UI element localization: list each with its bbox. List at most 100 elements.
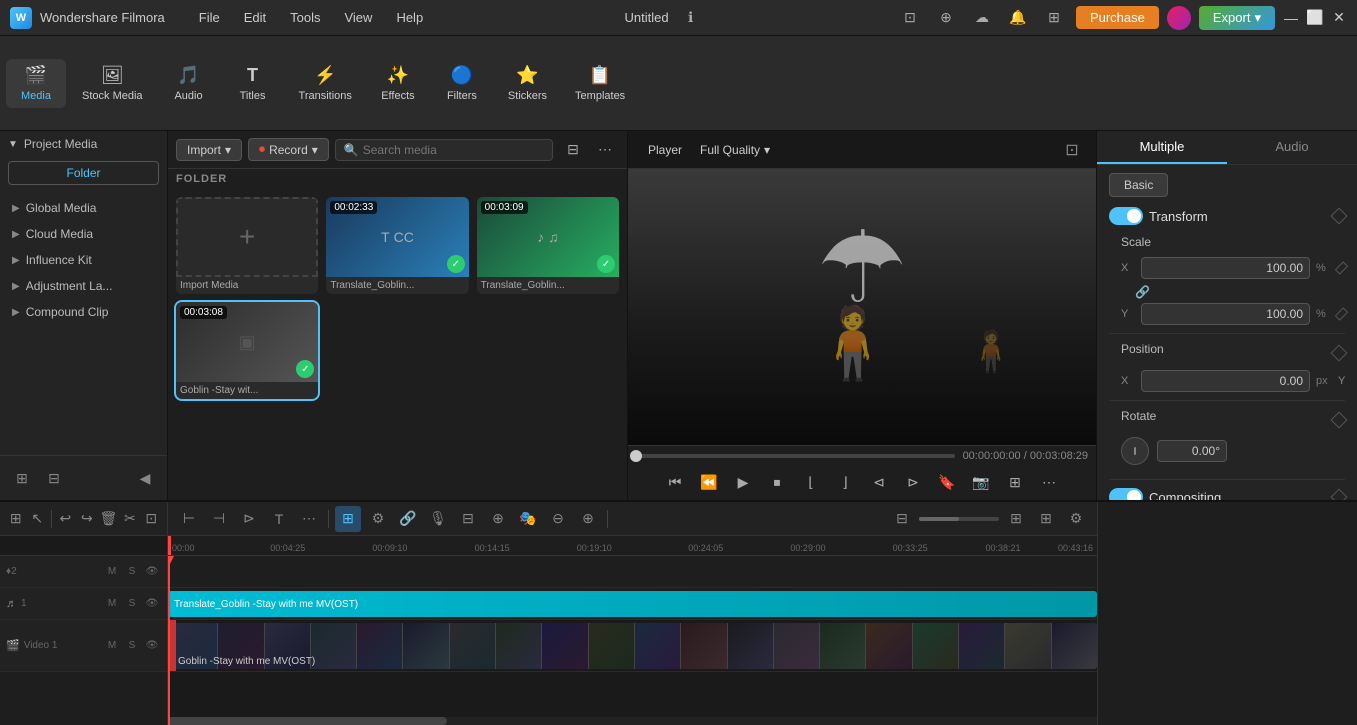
play-button[interactable]: ▶ [729, 468, 757, 496]
add-folder-button[interactable]: ⊞ [8, 464, 36, 492]
rotate-keyframe[interactable] [1331, 412, 1348, 429]
menu-help[interactable]: Help [386, 6, 433, 29]
window-minimize[interactable]: — [1283, 10, 1299, 26]
menu-tools[interactable]: Tools [280, 6, 330, 29]
redo-button[interactable]: ↪ [77, 506, 96, 532]
remove-folder-button[interactable]: ⊟ [40, 464, 68, 492]
tool-templates[interactable]: 📋 Templates [563, 59, 637, 108]
progress-thumb[interactable] [630, 450, 642, 462]
frame-back-button[interactable]: ⏪ [695, 468, 723, 496]
position-keyframe[interactable] [1331, 345, 1348, 362]
mute-v1[interactable]: M [103, 637, 121, 655]
tool-titles[interactable]: T Titles [223, 59, 283, 108]
crop-button[interactable]: ⊡ [142, 506, 161, 532]
scene-button[interactable]: 🎭 [515, 506, 541, 532]
menu-view[interactable]: View [334, 6, 382, 29]
scale-x-keyframe[interactable] [1335, 261, 1348, 274]
tool-stickers[interactable]: ⭐ Stickers [496, 59, 559, 108]
import-media-item[interactable]: + Import Media [176, 197, 318, 294]
prev-marker-button[interactable]: ⊲ [865, 468, 893, 496]
tool-transitions[interactable]: ⚡ Transitions [287, 59, 364, 108]
compositing-toggle[interactable] [1109, 488, 1143, 500]
timeline-scrollbar[interactable] [168, 717, 1097, 725]
purchase-button[interactable]: Purchase [1076, 6, 1159, 29]
next-marker-button[interactable]: ⊳ [899, 468, 927, 496]
record-icon[interactable]: ⊕ [932, 4, 960, 32]
apps-icon[interactable]: ⊞ [1040, 4, 1068, 32]
scale-y-input[interactable]: 100.00 [1141, 303, 1310, 325]
zoom-in-button[interactable]: ⊞ [1003, 506, 1029, 532]
media-item-3[interactable]: 00:03:08 ▣ ✓ Goblin -Stay wit... [176, 302, 318, 399]
menu-file[interactable]: File [189, 6, 230, 29]
settings-button[interactable]: ⚙ [1063, 506, 1089, 532]
search-input[interactable] [363, 143, 544, 157]
tool-filters[interactable]: 🔵 Filters [432, 59, 492, 108]
split-button[interactable]: ⊢ [176, 506, 202, 532]
sidebar-item-influence[interactable]: ▶ Influence Kit [4, 247, 163, 273]
quality-selector[interactable]: Full Quality ▾ [700, 143, 770, 157]
mute-a1[interactable]: M [103, 595, 121, 613]
tool-effects[interactable]: ✨ Effects [368, 59, 428, 108]
compositing-keyframe[interactable] [1331, 489, 1348, 500]
tab-multiple[interactable]: Multiple [1097, 131, 1227, 164]
pip-button[interactable]: ⊞ [1001, 468, 1029, 496]
track-view-icon[interactable]: ⊞ [6, 506, 25, 532]
project-media-header[interactable]: ▼ Project Media [0, 131, 167, 157]
progress-bar[interactable] [636, 454, 955, 458]
add-marker-button[interactable]: 🔖 [933, 468, 961, 496]
audio-clip[interactable]: Translate_Goblin -Stay with me MV(OST) [168, 591, 1097, 617]
link-button[interactable]: 🔗 [395, 506, 421, 532]
transform-toggle[interactable] [1109, 207, 1143, 225]
mute-a2[interactable]: M [103, 563, 121, 581]
sidebar-item-cloud[interactable]: ▶ Cloud Media [4, 221, 163, 247]
window-close[interactable]: ✕ [1331, 10, 1347, 26]
bell-icon[interactable]: 🔔 [1004, 4, 1032, 32]
import-button[interactable]: Import ▾ [176, 139, 242, 161]
snapshot-button[interactable]: 📷 [967, 468, 995, 496]
visible-a1[interactable]: 👁 [143, 595, 161, 613]
solo-a1[interactable]: S [123, 595, 141, 613]
delete-button[interactable]: 🗑 [99, 506, 118, 532]
scrollbar-thumb[interactable] [168, 717, 447, 725]
tool-media[interactable]: 🎬 Media [6, 59, 66, 108]
media-item-2[interactable]: 00:03:09 ♪ ♫ ✓ Translate_Goblin... [477, 197, 619, 294]
visible-v1[interactable]: 👁 [143, 637, 161, 655]
rotate-dial[interactable] [1121, 437, 1149, 465]
fullscreen-icon[interactable]: ⊡ [1058, 136, 1086, 164]
speed-button[interactable]: ⊳ [236, 506, 262, 532]
collapse-button[interactable]: ◀ [131, 464, 159, 492]
zoom-slider[interactable] [919, 517, 999, 521]
player-button[interactable]: Player [638, 140, 692, 160]
basic-button[interactable]: Basic [1109, 173, 1168, 197]
scale-y-keyframe[interactable] [1335, 307, 1348, 320]
sidebar-item-adjustment[interactable]: ▶ Adjustment La... [4, 273, 163, 299]
tab-audio[interactable]: Audio [1227, 131, 1357, 164]
record-button[interactable]: ⏺ Record ▾ [248, 138, 329, 161]
solo-v1[interactable]: S [123, 637, 141, 655]
pos-x-input[interactable]: 0.00 [1141, 370, 1310, 392]
media-item-1[interactable]: 00:02:33 T CC ✓ Translate_Goblin... [326, 197, 468, 294]
ripple-button[interactable]: ⚙ [365, 506, 391, 532]
sidebar-item-compound[interactable]: ▶ Compound Clip [4, 299, 163, 325]
select-tool[interactable]: ↖ [27, 506, 46, 532]
subtitle-button[interactable]: ⊟ [455, 506, 481, 532]
scale-x-input[interactable]: 100.00 [1141, 257, 1310, 279]
rotate-input[interactable]: 0.00° [1157, 440, 1227, 462]
text-tool[interactable]: T [266, 506, 292, 532]
sidebar-item-global[interactable]: ▶ Global Media [4, 195, 163, 221]
user-avatar[interactable] [1167, 6, 1191, 30]
mark-in-button[interactable]: ⌊ [797, 468, 825, 496]
snap-button[interactable]: ⊞ [335, 506, 361, 532]
mark-out-button[interactable]: ⌋ [831, 468, 859, 496]
more-tools-button[interactable]: ⋯ [296, 506, 322, 532]
audio-tool[interactable]: 🎙 [425, 506, 451, 532]
add-clip-button[interactable]: ⊕ [575, 506, 601, 532]
transform-keyframe[interactable] [1331, 208, 1348, 225]
more-icon[interactable]: ⋯ [591, 136, 619, 164]
export-button[interactable]: Export ▾ [1199, 6, 1275, 30]
cut-button[interactable]: ✂ [120, 506, 139, 532]
remove-clip-button[interactable]: ⊖ [545, 506, 571, 532]
cloud-icon[interactable]: ☁ [968, 4, 996, 32]
merge-button[interactable]: ⊕ [485, 506, 511, 532]
tool-audio[interactable]: 🎵 Audio [159, 59, 219, 108]
